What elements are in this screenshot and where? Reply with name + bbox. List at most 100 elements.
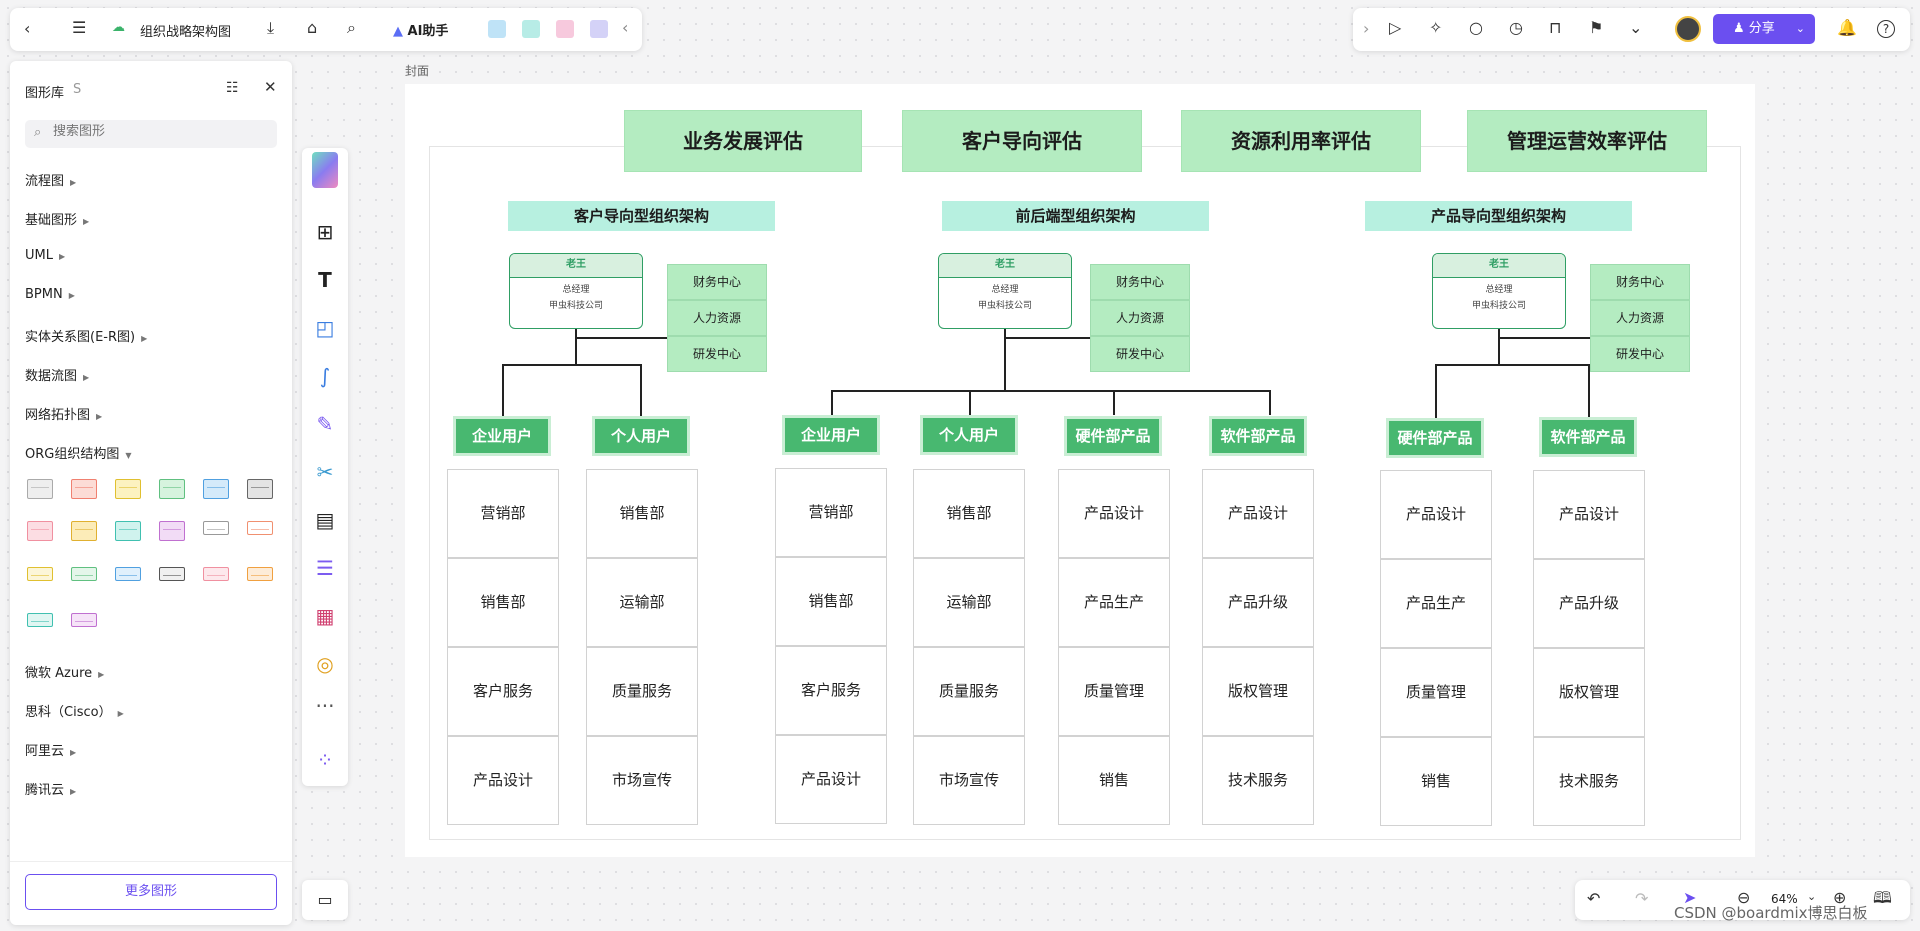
dept-cell[interactable]: 客户服务 bbox=[447, 647, 559, 736]
text-icon[interactable]: T bbox=[313, 268, 337, 292]
dept-cell[interactable]: 产品设计 bbox=[447, 736, 559, 825]
org-shape[interactable] bbox=[203, 521, 229, 535]
dept-cell[interactable]: 运输部 bbox=[913, 558, 1025, 647]
doc-title[interactable]: 组织战略架构图 bbox=[140, 21, 231, 40]
download-icon[interactable]: ⤓ bbox=[267, 20, 274, 36]
more-shapes-button[interactable]: 更多图形 bbox=[25, 874, 277, 910]
dept-cell[interactable]: 版权管理 bbox=[1533, 648, 1645, 737]
group-title-frontback[interactable]: 前后端型组织架构 bbox=[942, 201, 1209, 231]
search-shapes-field[interactable]: ⌕ bbox=[25, 120, 277, 148]
dept-cell[interactable]: 质量服务 bbox=[586, 647, 698, 736]
zoom-dropdown-icon[interactable]: ⌄ bbox=[1807, 891, 1816, 902]
boss-card[interactable]: 老王 总经理 甲虫科技公司 bbox=[1432, 253, 1566, 329]
dept-cell[interactable]: 技术服务 bbox=[1533, 737, 1645, 826]
expand-icon[interactable]: › bbox=[1363, 21, 1369, 37]
shape-icon[interactable]: ◰ bbox=[313, 316, 337, 340]
center-box[interactable]: 财务中心 bbox=[1090, 264, 1190, 300]
dept-cell[interactable]: 技术服务 bbox=[1202, 736, 1314, 825]
collapse-icon[interactable]: ‹ bbox=[622, 20, 628, 36]
dept-cell[interactable]: 质量服务 bbox=[913, 647, 1025, 736]
dept-cell[interactable]: 营销部 bbox=[447, 469, 559, 558]
vote-icon[interactable]: ⊓ bbox=[1549, 20, 1561, 36]
unit-box[interactable]: 企业用户 bbox=[453, 416, 551, 456]
book-icon[interactable]: 🕮 bbox=[1873, 890, 1892, 906]
category-cisco[interactable]: 思科（Cisco） ▶ bbox=[25, 701, 124, 720]
dept-cell[interactable]: 产品设计 bbox=[775, 735, 887, 824]
unit-box[interactable]: 个人用户 bbox=[920, 415, 1018, 455]
search-icon[interactable]: ⌕ bbox=[347, 20, 356, 36]
org-shape[interactable] bbox=[203, 479, 229, 499]
org-shape[interactable] bbox=[159, 479, 185, 499]
group-title-product[interactable]: 产品导向型组织架构 bbox=[1365, 201, 1632, 231]
header-business-eval[interactable]: 业务发展评估 bbox=[624, 110, 862, 172]
dept-cell[interactable]: 市场宣传 bbox=[586, 736, 698, 825]
header-management-eval[interactable]: 管理运营效率评估 bbox=[1467, 110, 1707, 172]
dept-cell[interactable]: 运输部 bbox=[586, 558, 698, 647]
center-box[interactable]: 研发中心 bbox=[1090, 336, 1190, 372]
redo-icon[interactable]: ↷ bbox=[1635, 891, 1648, 907]
dept-cell[interactable]: 质量管理 bbox=[1380, 648, 1492, 737]
laser-icon[interactable]: ⚑ bbox=[1589, 20, 1603, 36]
menu-icon[interactable]: ☰ bbox=[72, 20, 86, 36]
org-shape[interactable] bbox=[159, 567, 185, 581]
search-shapes-input[interactable] bbox=[53, 124, 263, 139]
present-icon[interactable]: ▷ bbox=[1389, 20, 1401, 36]
table-icon[interactable]: ▦ bbox=[313, 604, 337, 628]
category-basic[interactable]: 基础图形 ▶ bbox=[25, 209, 89, 228]
org-shape[interactable] bbox=[247, 567, 273, 581]
apps-icon[interactable]: ⁘ bbox=[313, 748, 337, 772]
org-shape[interactable] bbox=[27, 613, 53, 627]
timer-widget-icon[interactable]: ◎ bbox=[313, 652, 337, 676]
back-icon[interactable]: ‹ bbox=[24, 21, 30, 37]
comment-icon[interactable]: ○ bbox=[1469, 20, 1483, 36]
canvas-frame[interactable]: 业务发展评估 客户导向评估 资源利用率评估 管理运营效率评估 客户导向型组织架构… bbox=[405, 84, 1755, 857]
dept-cell[interactable]: 产品设计 bbox=[1533, 470, 1645, 559]
dept-cell[interactable]: 客户服务 bbox=[775, 646, 887, 735]
dept-cell[interactable]: 产品设计 bbox=[1202, 469, 1314, 558]
category-dataflow[interactable]: 数据流图 ▶ bbox=[25, 365, 89, 384]
share-button[interactable]: ♟ 分享 ⌄ bbox=[1713, 14, 1815, 44]
unit-box[interactable]: 硬件部产品 bbox=[1064, 416, 1162, 456]
bell-icon[interactable]: 🔔 bbox=[1837, 20, 1857, 36]
undo-icon[interactable]: ↶ bbox=[1587, 891, 1600, 907]
category-network[interactable]: 网络拓扑图 ▶ bbox=[25, 404, 102, 423]
category-uml[interactable]: UML ▶ bbox=[25, 248, 65, 263]
dept-cell[interactable]: 销售 bbox=[1058, 736, 1170, 825]
boss-card[interactable]: 老王 总经理 甲虫科技公司 bbox=[509, 253, 643, 329]
plugin-mindmap-icon[interactable] bbox=[522, 20, 540, 38]
dept-cell[interactable]: 产品升级 bbox=[1533, 559, 1645, 648]
dept-cell[interactable]: 销售部 bbox=[586, 469, 698, 558]
dept-cell[interactable]: 产品升级 bbox=[1202, 558, 1314, 647]
center-box[interactable]: 人力资源 bbox=[1590, 300, 1690, 336]
org-shape[interactable] bbox=[27, 479, 53, 499]
more-down-icon[interactable]: ⌄ bbox=[1629, 20, 1642, 36]
unit-box[interactable]: 企业用户 bbox=[782, 415, 880, 455]
dept-cell[interactable]: 市场宣传 bbox=[913, 736, 1025, 825]
mindmap-icon[interactable]: ✂ bbox=[313, 460, 337, 484]
org-shape[interactable] bbox=[115, 567, 141, 581]
header-resource-eval[interactable]: 资源利用率评估 bbox=[1181, 110, 1421, 172]
plugin-chat-icon[interactable] bbox=[590, 20, 608, 38]
pen-icon[interactable]: ✎ bbox=[313, 412, 337, 436]
category-aliyun[interactable]: 阿里云 ▶ bbox=[25, 740, 76, 759]
org-shape[interactable] bbox=[71, 521, 97, 541]
org-shape[interactable] bbox=[27, 567, 53, 581]
org-shape[interactable] bbox=[115, 479, 141, 499]
frame-icon[interactable]: ⊞ bbox=[313, 220, 337, 244]
dept-cell[interactable]: 销售 bbox=[1380, 737, 1492, 826]
unit-box[interactable]: 个人用户 bbox=[592, 416, 690, 456]
org-shape[interactable] bbox=[115, 521, 141, 541]
tag-icon[interactable]: ⌂ bbox=[307, 20, 317, 36]
close-icon[interactable]: ✕ bbox=[264, 80, 277, 95]
timer-icon[interactable]: ◷ bbox=[1509, 20, 1523, 36]
list-icon[interactable]: ☰ bbox=[313, 556, 337, 580]
category-org[interactable]: ORG组织结构图 ▼ bbox=[25, 443, 132, 462]
unit-box[interactable]: 软件部产品 bbox=[1539, 417, 1637, 457]
avatar[interactable] bbox=[1675, 16, 1701, 42]
center-box[interactable]: 财务中心 bbox=[1590, 264, 1690, 300]
category-azure[interactable]: 微软 Azure ▶ bbox=[25, 662, 104, 681]
dept-cell[interactable]: 产品设计 bbox=[1058, 469, 1170, 558]
category-er[interactable]: 实体关系图(E-R图) ▶ bbox=[25, 326, 147, 345]
boss-card[interactable]: 老王 总经理 甲虫科技公司 bbox=[938, 253, 1072, 329]
minimap-button[interactable]: ▭ bbox=[302, 880, 348, 920]
